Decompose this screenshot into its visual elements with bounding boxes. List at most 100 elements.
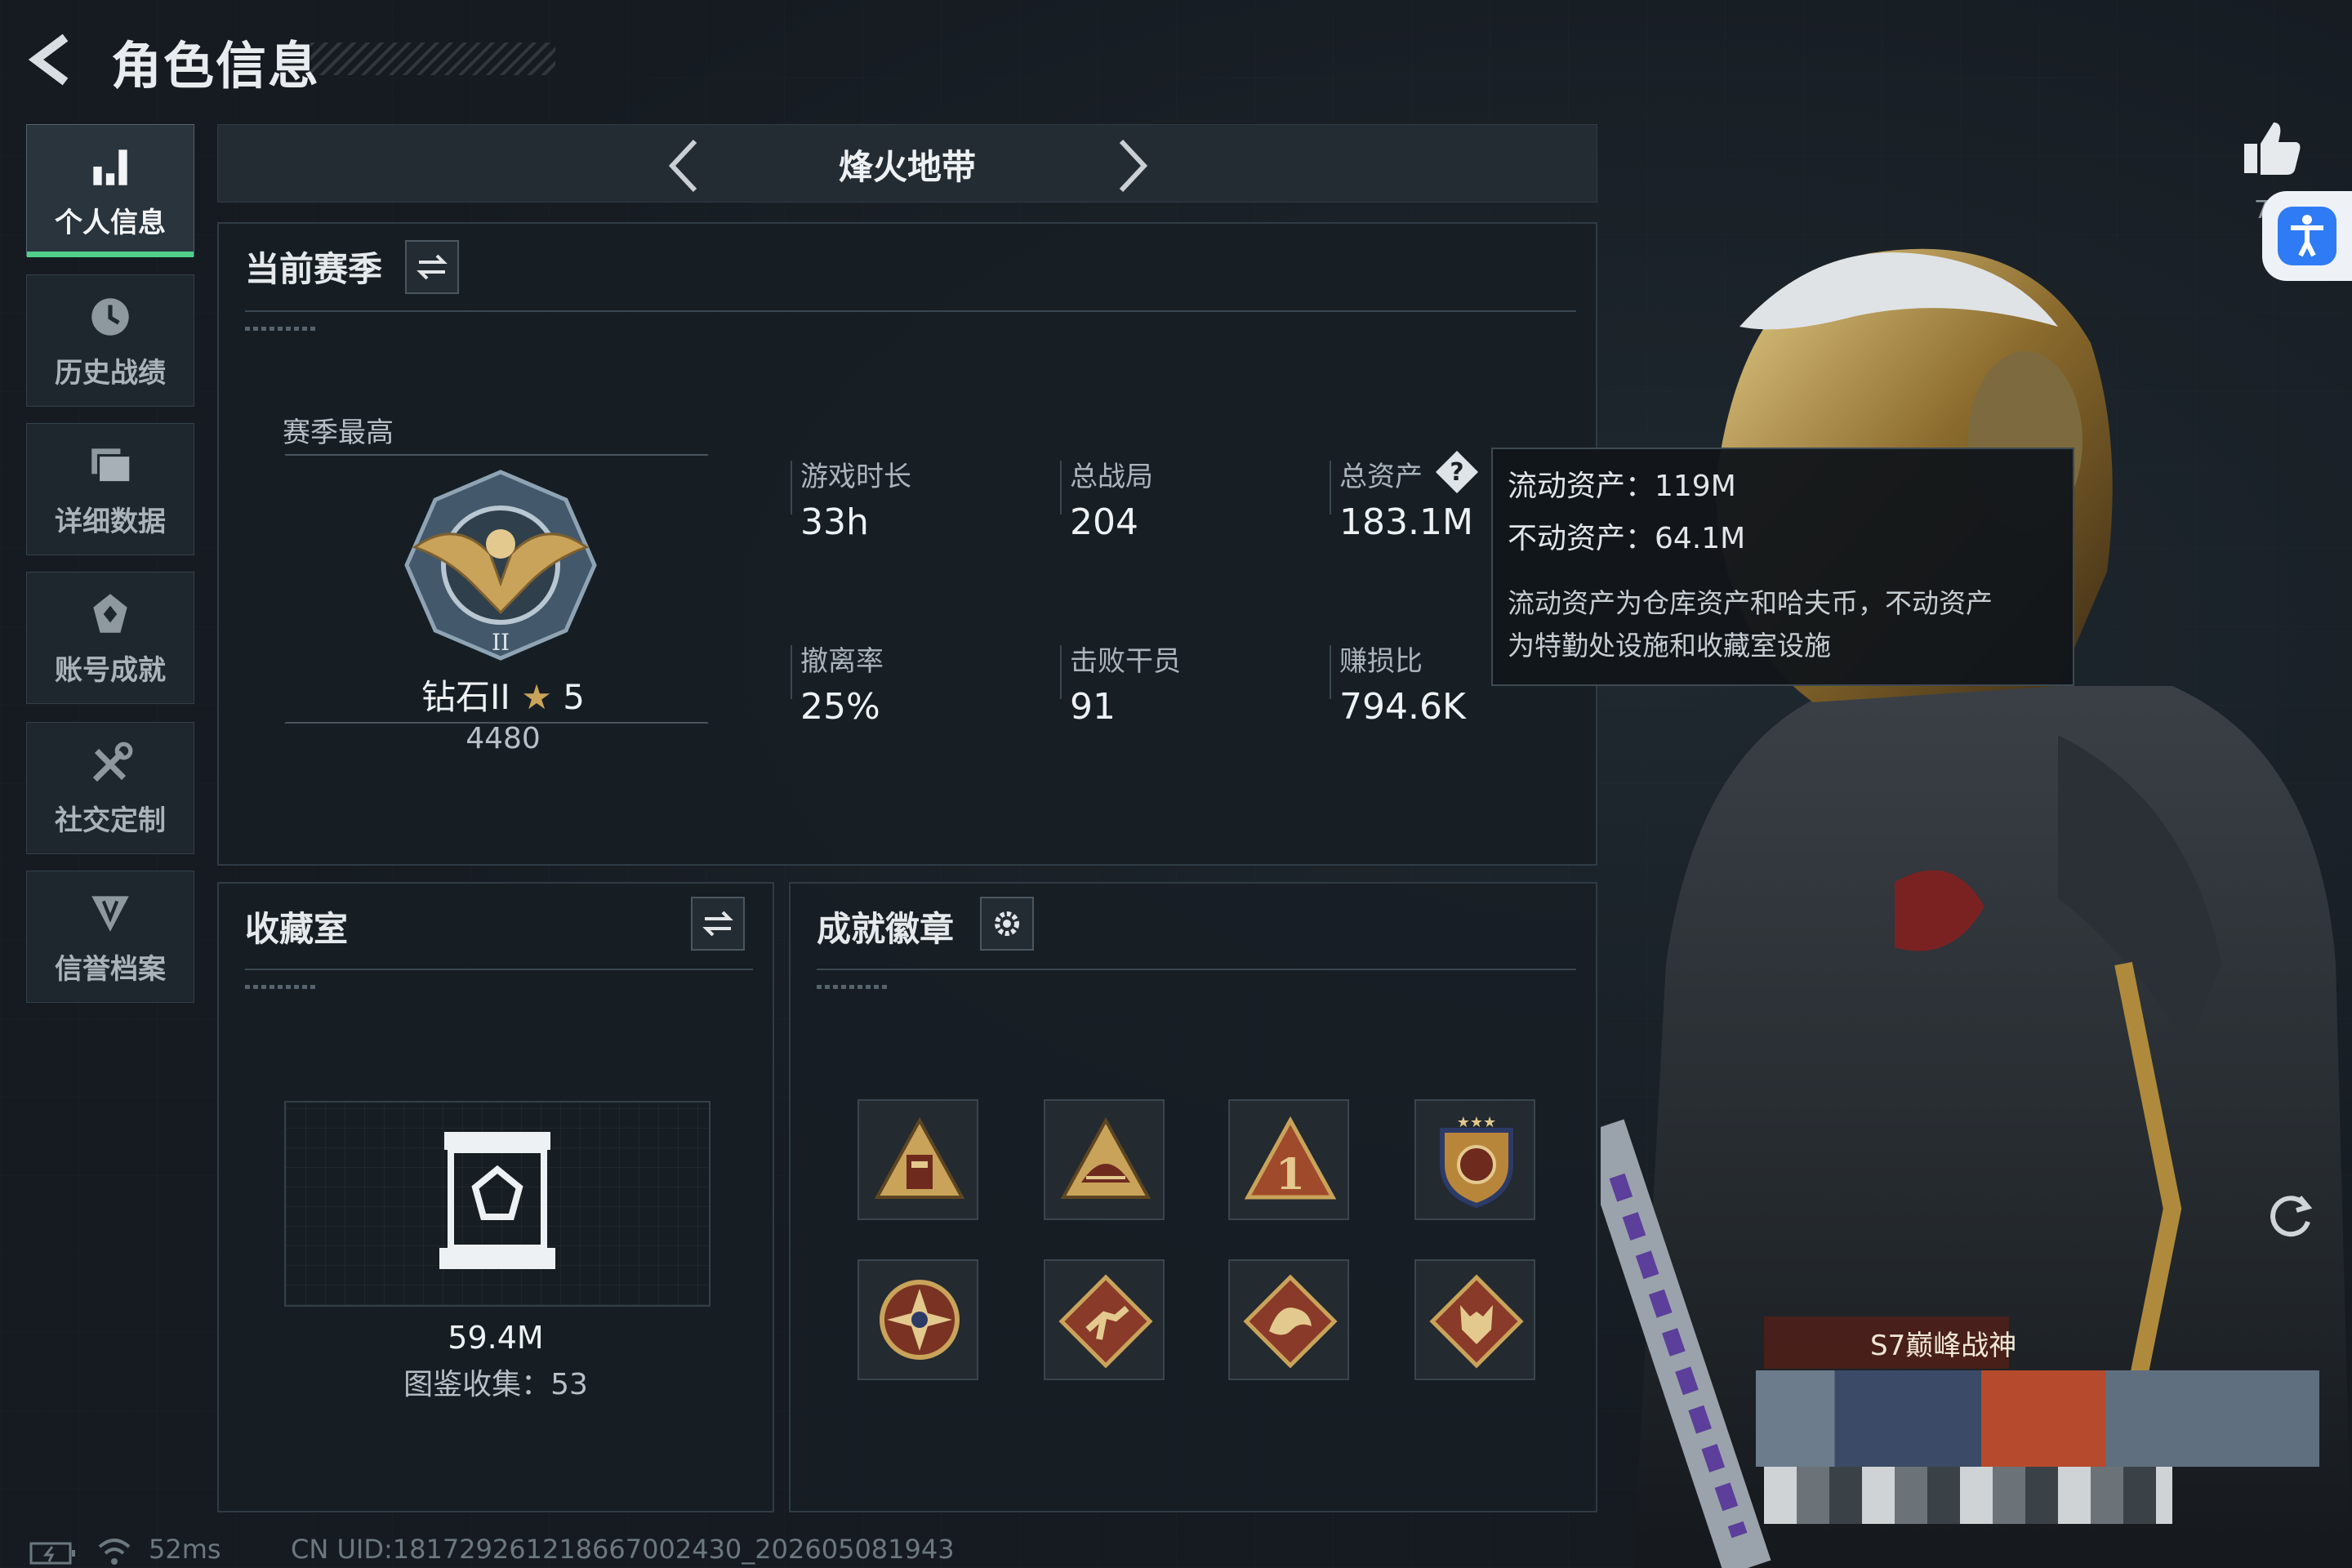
divider-deco — [245, 327, 318, 331]
credit-shield-icon — [91, 895, 129, 932]
stat-label-kills: 击败干员 — [1070, 645, 1181, 678]
title-banner: S7巅峰战神 — [1764, 1316, 2016, 1369]
shield-stars-badge-icon: ★★★ — [1440, 1114, 1513, 1209]
sidebar-item-label: 个人信息 — [55, 206, 166, 239]
divider — [791, 461, 792, 514]
folder-data-icon — [91, 448, 132, 483]
season-panel: 当前赛季 赛季最高 II 钻石II ★ 5 4480 游戏时长 33h 总战局 … — [217, 222, 1597, 866]
tooltip-description-line-2: 为特勤处设施和收藏室设施 — [1508, 630, 1831, 662]
svg-text:1: 1 — [1276, 1150, 1305, 1200]
svg-text:★★★: ★★★ — [1457, 1114, 1496, 1131]
star-icon: ★ — [521, 677, 552, 717]
chevron-right-icon[interactable] — [1105, 136, 1157, 195]
title-decoration — [310, 42, 555, 75]
thumbs-up-icon[interactable] — [2241, 118, 2303, 180]
sidebar-item-history[interactable]: 历史战绩 — [26, 274, 194, 407]
accessibility-button[interactable] — [2262, 191, 2352, 281]
gear-icon — [995, 911, 1019, 936]
sidebar-item-achievements[interactable]: 账号成就 — [26, 572, 194, 704]
achievement-badge[interactable]: ★★★ — [1414, 1099, 1535, 1220]
season-title: 当前赛季 — [245, 249, 383, 289]
rank-stars: 5 — [563, 677, 585, 717]
page-title: 角色信息 — [111, 36, 321, 96]
ping-text: 52ms — [149, 1534, 221, 1565]
triangle-helmet-badge-icon — [1060, 1116, 1152, 1199]
achievements-title: 成就徽章 — [817, 909, 955, 949]
sidebar-item-label: 信誉档案 — [55, 952, 166, 986]
sidebar-item-label: 社交定制 — [55, 804, 166, 837]
uid-text: CN UID:1817292612186670024​30_2026050819… — [291, 1534, 955, 1565]
collection-panel: 收藏室 59.4M 图鉴收集：53 — [217, 882, 774, 1512]
rank-points: 4480 — [466, 722, 541, 755]
bar-chart-icon — [93, 149, 127, 185]
tooltip-description-line-1: 流动资产为仓库资产和哈夫币，不动资产 — [1508, 587, 1993, 619]
stat-label-matches: 总战局 — [1070, 461, 1153, 493]
divider — [1330, 461, 1331, 514]
tools-icon — [92, 742, 133, 782]
divider-deco — [245, 985, 318, 989]
stat-value-matches: 204 — [1070, 501, 1138, 543]
sidebar-item-detail-data[interactable]: 详细数据 — [26, 423, 194, 555]
runner-diamond-badge-icon — [1058, 1274, 1153, 1369]
wolf-diamond-badge-icon — [1429, 1274, 1524, 1369]
sidebar-item-credit[interactable]: 信誉档案 — [26, 871, 194, 1003]
achievement-badge[interactable] — [1228, 1259, 1349, 1380]
achievement-badge[interactable] — [858, 1099, 978, 1220]
achievement-badge[interactable]: 1 — [1228, 1099, 1349, 1220]
stat-label-assets: 总资产 — [1339, 461, 1423, 493]
divider — [245, 969, 753, 970]
achievement-badge[interactable] — [858, 1259, 978, 1380]
mosaic-blur — [1764, 1467, 2172, 1524]
divider — [1060, 645, 1062, 699]
display-case-icon — [439, 1132, 555, 1269]
svg-text:?: ? — [1450, 458, 1463, 487]
sidebar-item-label: 账号成就 — [55, 653, 166, 687]
triangle-number-one-badge-icon: 1 — [1244, 1116, 1337, 1200]
sidebar-item-personal-info[interactable]: 个人信息 — [26, 124, 194, 257]
assets-tooltip: 流动资产：119M 不动资产：64.1M 流动资产为仓库资产和哈夫币，不动资产 … — [1491, 448, 2074, 686]
stat-label-playtime: 游戏时长 — [800, 461, 911, 493]
achievements-settings-button[interactable] — [980, 897, 1034, 951]
tooltip-liquid-assets: 流动资产：119M — [1508, 470, 1736, 503]
rank-emblem-icon: II — [404, 470, 597, 661]
showcase-card-strip[interactable] — [1756, 1370, 2319, 1467]
stat-value-assets: 183.1M — [1339, 501, 1473, 543]
tooltip-fixed-assets: 不动资产：64.1M — [1508, 522, 1746, 555]
achievement-icon — [93, 593, 127, 633]
help-diamond-icon[interactable]: ? — [1434, 449, 1480, 495]
svg-text:II: II — [492, 629, 510, 656]
compass-star-badge-icon — [880, 1280, 960, 1360]
sidebar-item-social[interactable]: 社交定制 — [26, 722, 194, 854]
swap-icon — [416, 254, 448, 280]
battery-icon — [29, 1542, 75, 1565]
title-banner-text: S7巅峰战神 — [1870, 1329, 2017, 1362]
triangle-tower-badge-icon — [874, 1116, 965, 1199]
sidebar-item-label: 详细数据 — [55, 505, 166, 538]
collection-catalog: 图鉴收集：53 — [403, 1368, 588, 1401]
stat-value-extract-rate: 25% — [800, 686, 880, 728]
stat-value-profit-ratio: 794.6K — [1339, 686, 1466, 728]
mode-selector: 烽火地带 — [217, 124, 1597, 203]
achievement-badge[interactable] — [1044, 1259, 1165, 1380]
sidebar-item-label: 历史战绩 — [55, 356, 166, 390]
back-arrow-icon[interactable] — [24, 31, 82, 88]
achievement-badge[interactable] — [1414, 1259, 1535, 1380]
stat-value-kills: 91 — [1070, 686, 1116, 728]
rotate-icon[interactable] — [2265, 1189, 2316, 1240]
divider — [245, 310, 1576, 312]
swap-icon — [702, 911, 733, 937]
achievements-panel: 成就徽章 1 ★★★ — [789, 882, 1597, 1512]
divider — [1330, 645, 1331, 699]
achievement-badge[interactable] — [1044, 1099, 1165, 1220]
accessibility-icon — [2278, 207, 2336, 265]
collection-switch-button[interactable] — [691, 897, 745, 951]
clock-history-icon — [91, 297, 129, 336]
collection-value: 59.4M — [448, 1320, 544, 1356]
collection-title: 收藏室 — [245, 909, 349, 949]
stat-label-extract-rate: 撤离率 — [800, 645, 884, 678]
divider — [791, 645, 792, 699]
divider — [817, 969, 1576, 970]
rank-title: 钻石II ★ 5 — [397, 670, 609, 719]
divider-deco — [817, 985, 890, 989]
season-switch-button[interactable] — [405, 240, 459, 294]
